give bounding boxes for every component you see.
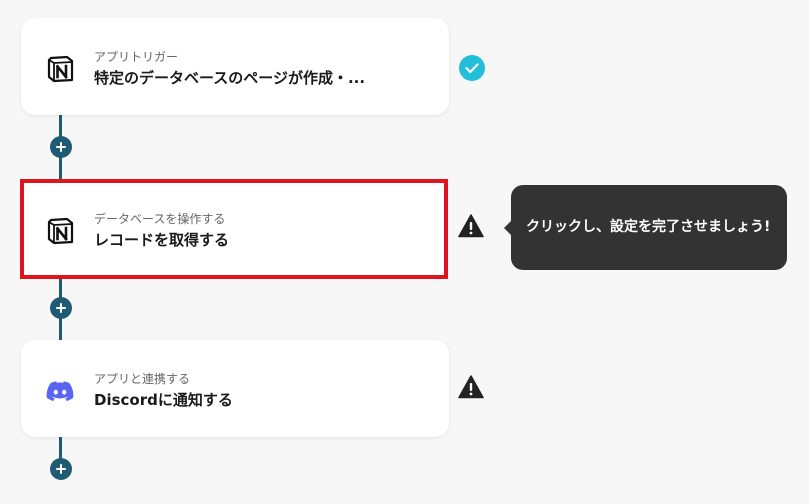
tooltip-arrow <box>504 221 511 235</box>
step-title: レコードを取得する <box>94 231 230 249</box>
step-subtitle: データベースを操作する <box>94 212 226 226</box>
warning-icon <box>458 375 484 399</box>
warning-icon <box>458 214 484 238</box>
flow-step-card-discord[interactable]: アプリと連携する Discordに通知する <box>21 340 449 437</box>
add-step-button[interactable] <box>50 297 72 319</box>
tooltip-text: クリックし、設定を完了させましょう! <box>526 219 771 235</box>
setup-hint-tooltip: クリックし、設定を完了させましょう! <box>504 185 787 270</box>
flow-step-card-get-record[interactable]: データベースを操作する レコードを取得する <box>20 179 448 279</box>
step-subtitle: アプリトリガー <box>94 50 179 64</box>
add-step-button[interactable] <box>50 136 72 158</box>
notion-icon <box>47 217 74 245</box>
add-step-button[interactable] <box>50 458 72 480</box>
step-title: 特定のデータベースのページが作成・... <box>94 69 366 87</box>
step-title: Discordに通知する <box>94 391 233 409</box>
check-circle-icon <box>459 55 485 81</box>
notion-icon <box>47 55 74 83</box>
discord-icon <box>46 381 74 401</box>
step-subtitle: アプリと連携する <box>94 372 191 386</box>
flow-step-card-trigger[interactable]: アプリトリガー 特定のデータベースのページが作成・... <box>21 18 449 115</box>
